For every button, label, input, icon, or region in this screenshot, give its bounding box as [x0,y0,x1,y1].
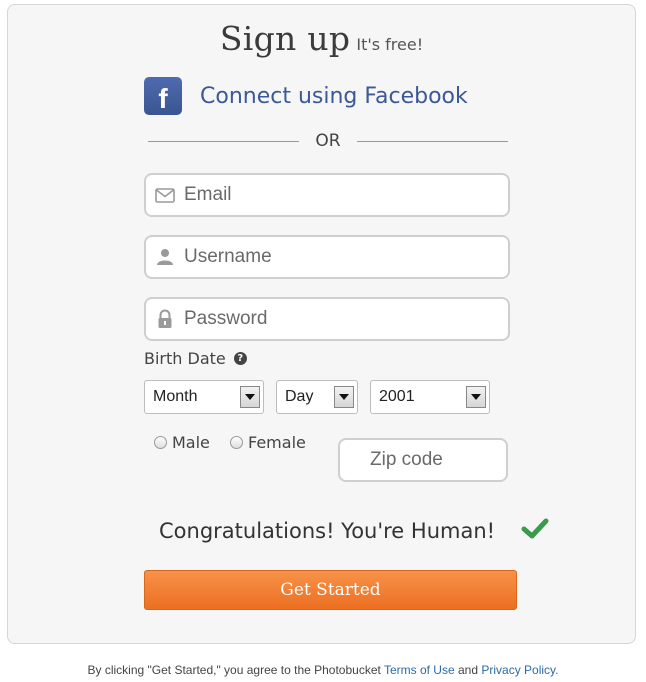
footer-and: and [458,663,479,677]
zip-code-input[interactable] [370,449,490,471]
or-label: OR [315,131,341,151]
day-select[interactable]: Day [276,380,358,414]
month-select-value: Month [153,388,198,405]
chevron-down-icon [334,386,354,408]
signup-panel: Sign up It's free! f Connect using Facebo… [7,4,636,644]
birth-date-label: Birth Date ? [144,349,247,368]
legal-footer: By clicking "Get Started," you agree to … [0,663,646,677]
year-select[interactable]: 2001 [370,380,490,414]
gender-male-option[interactable]: Male [154,433,210,452]
username-field[interactable] [144,235,510,279]
chevron-down-icon [240,386,260,408]
female-label: Female [248,433,306,452]
password-field[interactable] [144,297,510,341]
lock-icon [146,309,184,329]
zip-code-field[interactable] [338,438,508,482]
username-input[interactable] [184,246,484,268]
or-divider: OR [148,131,509,151]
month-select[interactable]: Month [144,380,264,414]
email-input[interactable] [184,184,484,206]
title-row: Sign up It's free! [8,19,635,58]
user-icon [146,248,184,266]
male-radio[interactable] [154,436,167,449]
facebook-icon: f [144,77,182,115]
page-subtitle: It's free! [356,35,424,54]
password-input[interactable] [184,308,484,330]
terms-of-use-link[interactable]: Terms of Use [384,663,455,677]
facebook-connect-button[interactable]: f Connect using Facebook [144,77,468,115]
birth-date-text: Birth Date [144,349,226,368]
privacy-policy-link[interactable]: Privacy Policy. [481,663,558,677]
checkmark-icon [521,518,549,544]
email-field[interactable] [144,173,510,217]
page-title: Sign up [219,19,351,58]
captcha-message: Congratulations! You're Human! [159,519,496,543]
footer-text: By clicking "Get Started," you agree to … [87,663,381,677]
female-radio[interactable] [230,436,243,449]
get-started-button[interactable]: Get Started [144,570,517,610]
captcha-status: Congratulations! You're Human! [159,518,549,544]
divider-line-right [356,140,509,142]
envelope-icon [146,187,184,203]
chevron-down-icon [466,386,486,408]
year-select-value: 2001 [379,388,415,405]
facebook-connect-label: Connect using Facebook [200,83,468,109]
male-label: Male [172,433,210,452]
gender-female-option[interactable]: Female [230,433,306,452]
day-select-value: Day [285,388,314,405]
question-circle-icon[interactable]: ? [233,352,247,365]
divider-line-left [148,140,300,142]
